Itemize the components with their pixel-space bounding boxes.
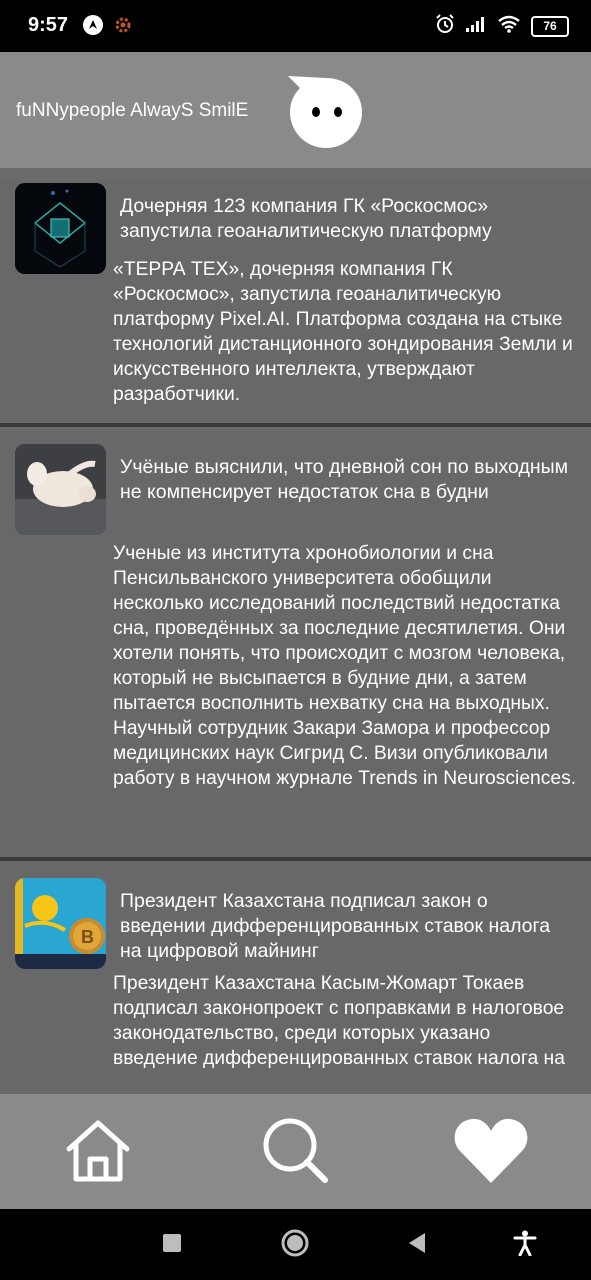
heart-icon: [452, 1115, 530, 1190]
accessibility-button[interactable]: [509, 1229, 541, 1261]
app-title: fuNNypeople AlwayS SmilE: [16, 100, 249, 121]
status-time: 9:57: [28, 14, 69, 36]
svg-text:B: B: [81, 927, 94, 947]
status-left-icons: [82, 14, 134, 41]
system-home-button[interactable]: [279, 1229, 311, 1261]
news-thumbnail: B: [15, 878, 106, 969]
alarm-icon: [435, 14, 455, 39]
back-triangle-icon: [407, 1232, 427, 1259]
search-icon: [259, 1114, 331, 1191]
news-body: Президент Казахстана Касым-Жомарт Токаев…: [113, 973, 565, 1069]
back-button[interactable]: [401, 1229, 433, 1261]
news-title: Дочерняя 123 компания ГК «Роскосмос» зап…: [120, 195, 492, 242]
nav-favorites-button[interactable]: [453, 1116, 529, 1188]
news-thumbnail: [15, 444, 106, 535]
status-right-icons: 76: [435, 14, 569, 39]
nav-home-button[interactable]: [60, 1116, 136, 1188]
status-bar: 9:57 76: [0, 0, 591, 52]
news-thumbnail: [15, 183, 106, 274]
nav-search-button[interactable]: [257, 1116, 333, 1188]
battery-indicator: 76: [531, 16, 569, 37]
bottom-navigation: [0, 1094, 591, 1209]
recent-apps-button[interactable]: [156, 1229, 188, 1261]
news-card[interactable]: Дочерняя 123 компания ГК «Роскосмос» зап…: [0, 168, 591, 427]
wifi-icon: [497, 15, 521, 38]
navigation-app-icon: [82, 14, 104, 41]
system-navigation-bar: [0, 1209, 591, 1280]
signal-icon: [465, 15, 487, 38]
gear-badge-icon: [112, 14, 134, 41]
app-logo-icon: [286, 72, 366, 152]
accessibility-icon: [513, 1230, 537, 1261]
circle-icon: [281, 1229, 309, 1262]
news-body: «ТЕРРА ТЕХ», дочерняя компания ГК «Роско…: [113, 259, 573, 405]
news-title: Учёные выяснили, что дневной сон по выхо…: [120, 456, 569, 503]
app-header: fuNNypeople AlwayS SmilE: [0, 52, 591, 168]
news-title: Президент Казахстана подписал закон о вв…: [120, 890, 551, 962]
news-card[interactable]: Учёные выяснили, что дневной сон по выхо…: [0, 427, 591, 861]
square-icon: [163, 1233, 181, 1257]
news-body: Ученые из института хронобиологии и сна …: [113, 543, 577, 789]
home-icon: [63, 1115, 133, 1190]
news-feed[interactable]: Дочерняя 123 компания ГК «Роскосмос» зап…: [0, 168, 591, 1094]
news-card[interactable]: B Президент Казахстана подписал закон о …: [0, 861, 591, 1094]
